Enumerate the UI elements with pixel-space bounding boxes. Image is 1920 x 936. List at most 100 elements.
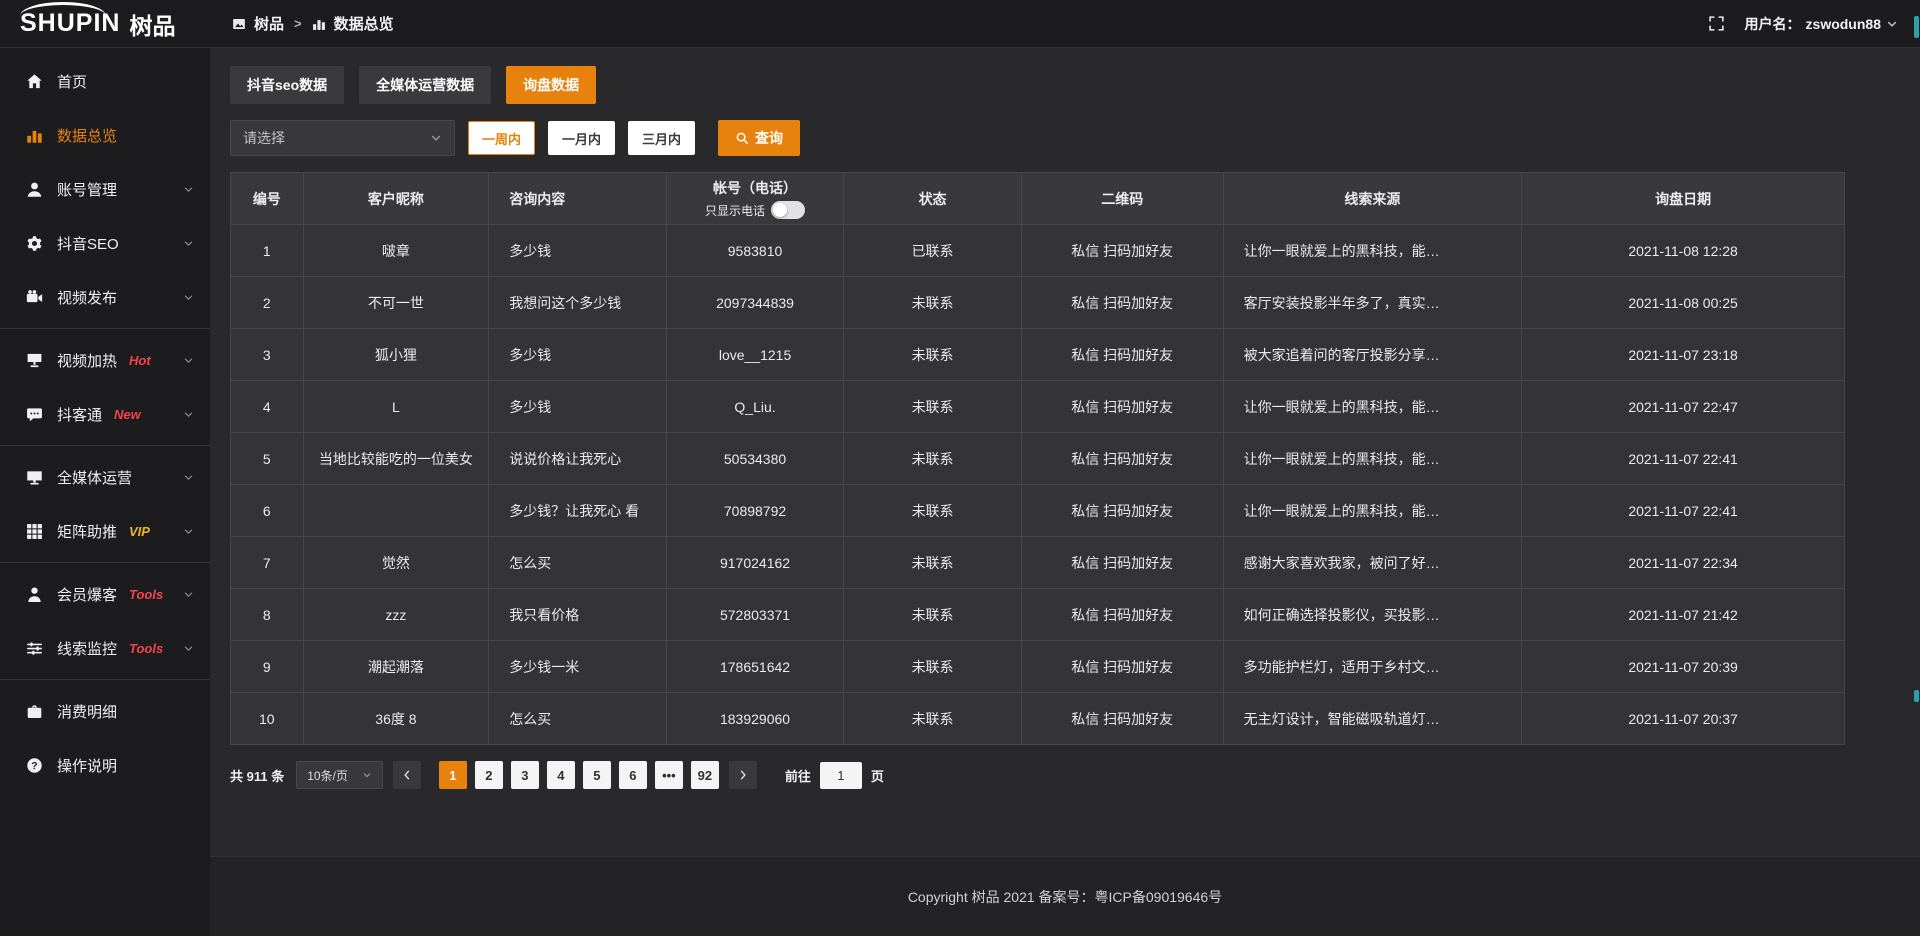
sidebar-item-label: 数据总览	[57, 125, 117, 146]
cell-source-link[interactable]: 无主灯设计，智能磁吸轨道灯…	[1223, 693, 1522, 745]
wallet-icon	[26, 703, 43, 720]
column-header-source: 线索来源	[1223, 173, 1522, 225]
user-icon	[26, 181, 43, 198]
cell-qr-link[interactable]: 私信 扫码加好友	[1021, 589, 1223, 641]
page-button[interactable]: 1	[439, 761, 467, 789]
page-button[interactable]: 4	[547, 761, 575, 789]
page-button[interactable]: 5	[583, 761, 611, 789]
period-button[interactable]: 三月内	[628, 121, 695, 155]
cell-qr-link[interactable]: 私信 扫码加好友	[1021, 537, 1223, 589]
sidebar-item[interactable]: 首页	[0, 54, 210, 108]
sidebar-item[interactable]: 会员爆客Tools	[0, 567, 210, 621]
cell-qr-link[interactable]: 私信 扫码加好友	[1021, 641, 1223, 693]
app-icon	[232, 17, 246, 31]
cell-source-link[interactable]: 感谢大家喜欢我家，被问了好…	[1223, 537, 1522, 589]
chevron-down-icon	[1886, 18, 1898, 30]
user-menu[interactable]: 用户名：zswodun88	[1745, 14, 1898, 34]
search-button[interactable]: 查询	[718, 120, 800, 156]
page-ellipsis[interactable]: •••	[655, 761, 683, 789]
sidebar-item[interactable]: 线索监控Tools	[0, 621, 210, 675]
sidebar-item[interactable]: 数据总览	[0, 108, 210, 162]
page-button[interactable]: 6	[619, 761, 647, 789]
cell-source-link[interactable]: 多功能护栏灯，适用于乡村文…	[1223, 641, 1522, 693]
chevron-left-icon	[401, 769, 413, 781]
logo: SHUPIN 树品	[0, 7, 210, 41]
tab[interactable]: 询盘数据	[506, 66, 596, 104]
heat-icon	[26, 352, 43, 369]
cell-date: 2021-11-07 22:34	[1522, 537, 1845, 589]
cell-account: 183929060	[666, 693, 844, 745]
phone-toggle-label: 只显示电话	[705, 202, 765, 219]
cell-source-link[interactable]: 让你一眼就爱上的黑科技，能…	[1223, 381, 1522, 433]
period-button[interactable]: 一月内	[548, 121, 615, 155]
sidebar-item[interactable]: 视频加热Hot	[0, 333, 210, 387]
chevron-down-icon	[183, 292, 194, 303]
tab[interactable]: 全媒体运营数据	[359, 66, 491, 104]
cell-date: 2021-11-07 21:42	[1522, 589, 1845, 641]
table-row: 5当地比较能吃的一位美女说说价格让我死心50534380未联系私信 扫码加好友让…	[231, 433, 1845, 485]
period-button[interactable]: 一周内	[468, 121, 535, 155]
svg-text:?: ?	[31, 760, 37, 771]
page-size-select[interactable]: 10条/页	[296, 761, 383, 789]
sidebar-item[interactable]: 视频发布	[0, 270, 210, 324]
sidebar-item-badge: Hot	[129, 353, 151, 368]
sidebar-item[interactable]: 矩阵助推VIP	[0, 504, 210, 558]
cell-nickname: L	[303, 381, 489, 433]
sidebar-item[interactable]: 账号管理	[0, 162, 210, 216]
cell-source-link[interactable]: 让你一眼就爱上的黑科技，能…	[1223, 433, 1522, 485]
goto-page-input[interactable]	[820, 762, 862, 789]
sidebar-item[interactable]: 全媒体运营	[0, 450, 210, 504]
sidebar-item[interactable]: 抖客通New	[0, 387, 210, 441]
page-button[interactable]: 3	[511, 761, 539, 789]
cell-source-link[interactable]: 让你一眼就爱上的黑科技，能…	[1223, 485, 1522, 537]
cell-source-link[interactable]: 如何正确选择投影仪，买投影…	[1223, 589, 1522, 641]
sidebar-item-label: 全媒体运营	[57, 467, 132, 488]
cell-content: 我想问这个多少钱	[489, 277, 667, 329]
page-button[interactable]: 2	[475, 761, 503, 789]
cell-content: 多少钱一米	[489, 641, 667, 693]
chevron-down-icon	[183, 184, 194, 195]
cell-status: 已联系	[844, 225, 1022, 277]
table-row: 6多少钱？让我死心 看70898792未联系私信 扫码加好友让你一眼就爱上的黑科…	[231, 485, 1845, 537]
next-page-button[interactable]	[729, 761, 757, 789]
cell-content: 多少钱	[489, 381, 667, 433]
cell-qr-link[interactable]: 私信 扫码加好友	[1021, 381, 1223, 433]
cell-nickname: zzz	[303, 589, 489, 641]
cell-source-link[interactable]: 客厅安装投影半年多了，真实…	[1223, 277, 1522, 329]
cell-qr-link[interactable]: 私信 扫码加好友	[1021, 693, 1223, 745]
scrollbar-marker[interactable]	[1914, 16, 1919, 38]
cell-qr-link[interactable]: 私信 扫码加好友	[1021, 277, 1223, 329]
breadcrumb-root[interactable]: 树品	[254, 13, 284, 34]
cell-id: 2	[231, 277, 304, 329]
prev-page-button[interactable]	[393, 761, 421, 789]
page-button[interactable]: 92	[691, 761, 719, 789]
question-icon: ?	[26, 757, 43, 774]
phone-only-toggle[interactable]	[771, 201, 805, 219]
column-header-nickname: 客户昵称	[303, 173, 489, 225]
cell-source-link[interactable]: 让你一眼就爱上的黑科技，能…	[1223, 225, 1522, 277]
sidebar-item[interactable]: 消费明细	[0, 684, 210, 738]
filter-select[interactable]: 请选择	[230, 120, 455, 156]
cell-qr-link[interactable]: 私信 扫码加好友	[1021, 225, 1223, 277]
filter-select-value: 请选择	[243, 128, 285, 148]
tab[interactable]: 抖音seo数据	[230, 66, 344, 104]
gear-icon	[26, 235, 43, 252]
column-header-status: 状态	[844, 173, 1022, 225]
cell-source-link[interactable]: 被大家追着问的客厅投影分享…	[1223, 329, 1522, 381]
cell-qr-link[interactable]: 私信 扫码加好友	[1021, 433, 1223, 485]
sidebar-item[interactable]: ?操作说明	[0, 738, 210, 792]
cell-status: 未联系	[844, 329, 1022, 381]
cell-qr-link[interactable]: 私信 扫码加好友	[1021, 485, 1223, 537]
cell-status: 未联系	[844, 381, 1022, 433]
fullscreen-icon[interactable]	[1708, 15, 1725, 32]
footer: Copyright 树品 2021 备案号：粤ICP备09019646号	[210, 856, 1920, 936]
username: zswodun88	[1806, 16, 1881, 32]
sidebar-item[interactable]: 抖音SEO	[0, 216, 210, 270]
scrollbar-marker[interactable]	[1914, 690, 1919, 702]
chevron-down-icon	[183, 238, 194, 249]
table-row: 3狐小狸多少钱love__1215未联系私信 扫码加好友被大家追着问的客厅投影分…	[231, 329, 1845, 381]
sidebar: 首页数据总览账号管理抖音SEO视频发布视频加热Hot抖客通New 全媒体运营矩阵助…	[0, 48, 210, 936]
cell-qr-link[interactable]: 私信 扫码加好友	[1021, 329, 1223, 381]
cell-date: 2021-11-07 22:41	[1522, 485, 1845, 537]
cell-nickname: 不可一世	[303, 277, 489, 329]
